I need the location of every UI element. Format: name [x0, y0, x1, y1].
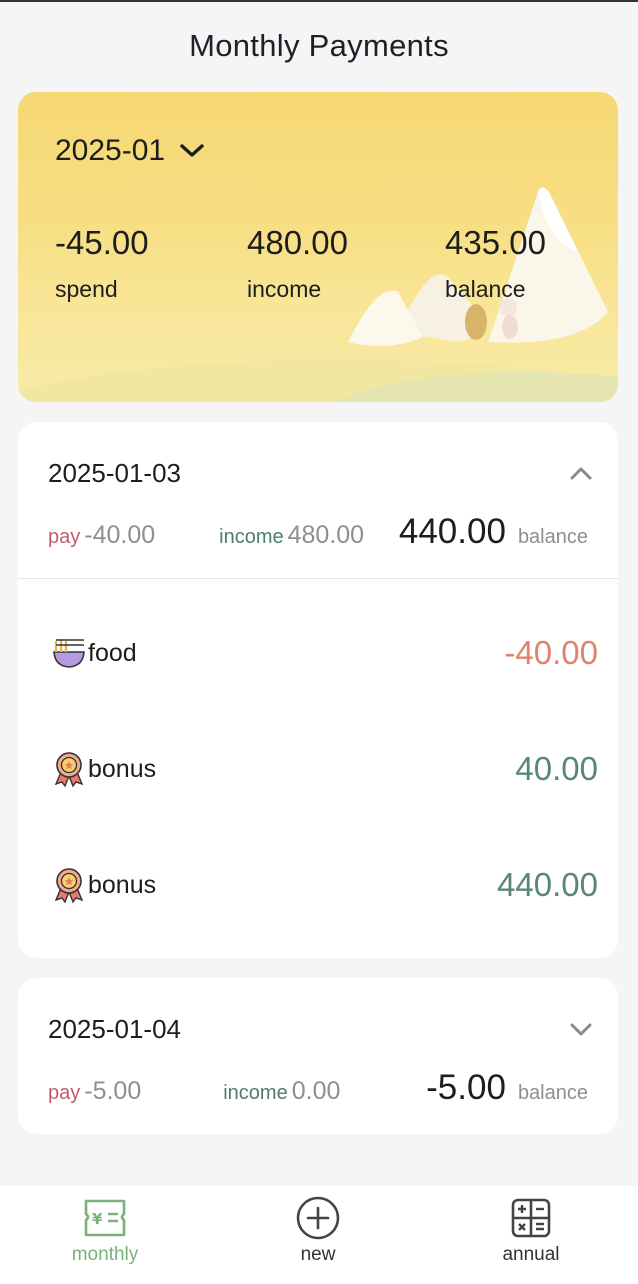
- income-value: 480.00: [247, 224, 348, 261]
- income-value: 480.00: [287, 521, 365, 549]
- monthly-summary-card: 2025-01 -45.00 spend 480.00 income 435.0…: [18, 92, 618, 402]
- divider: [18, 578, 618, 579]
- transaction-item[interactable]: bonus 440.00: [50, 866, 598, 904]
- pay-label: pay: [48, 1082, 81, 1104]
- chevron-up-icon[interactable]: [568, 464, 594, 482]
- tab-label: monthly: [71, 1244, 139, 1265]
- top-border: [0, 0, 638, 2]
- balance-value: 435.00: [445, 224, 546, 261]
- plus-circle-icon: [296, 1196, 340, 1240]
- income-label: income: [247, 276, 322, 302]
- day-card: 2025-01-04 pay -5.00 income 0.00 -5.00 b…: [18, 978, 618, 1134]
- pay-label: pay: [48, 526, 81, 548]
- tab-label: new: [300, 1244, 336, 1265]
- tab-annual[interactable]: annual: [461, 1198, 601, 1266]
- balance-label: balance: [517, 526, 588, 548]
- spend-label: spend: [55, 276, 118, 302]
- balance-label: balance: [445, 276, 526, 302]
- pay-value: -5.00: [84, 1077, 142, 1105]
- income-stat: 480.00 income: [247, 224, 348, 303]
- item-label: bonus: [88, 870, 157, 899]
- balance-stat: 435.00 balance: [445, 224, 546, 303]
- day-date: 2025-01-04: [48, 1014, 181, 1044]
- item-amount: -40.00: [504, 634, 598, 671]
- transaction-item[interactable]: food -40.00: [50, 634, 598, 672]
- balance-label: balance: [517, 1082, 588, 1104]
- spend-stat: -45.00 spend: [55, 224, 149, 303]
- income-label: income: [223, 1082, 288, 1104]
- transaction-item[interactable]: bonus 40.00: [50, 750, 598, 788]
- item-label: bonus: [88, 754, 157, 783]
- bottom-tab-bar: ¥ monthly new annual: [0, 1186, 638, 1284]
- item-label: food: [88, 638, 137, 667]
- income-label: income: [219, 526, 284, 548]
- page-title: Monthly Payments: [189, 28, 449, 63]
- pay-value: -40.00: [84, 521, 156, 549]
- day-date: 2025-01-03: [48, 458, 181, 488]
- day-card: 2025-01-03 pay -40.00 income 480.00 440.…: [18, 422, 618, 958]
- chevron-down-icon[interactable]: [568, 1020, 594, 1038]
- bill-icon: ¥: [84, 1199, 126, 1237]
- noodle-bowl-icon: [53, 639, 85, 668]
- calculator-icon: [511, 1198, 551, 1238]
- chevron-down-icon: [180, 144, 204, 157]
- medal-icon: [54, 868, 84, 904]
- medal-icon: [54, 752, 84, 788]
- item-amount: 40.00: [515, 750, 598, 787]
- spend-value: -45.00: [55, 224, 149, 261]
- month-selector[interactable]: 2025-01: [55, 134, 205, 168]
- balance-value: 440.00: [398, 512, 506, 551]
- tab-new[interactable]: new: [248, 1196, 388, 1266]
- month-label: 2025-01: [55, 134, 166, 167]
- tab-label: annual: [502, 1244, 560, 1265]
- day-totals: pay -5.00 income 0.00 -5.00 balance: [48, 1068, 588, 1108]
- day-totals: pay -40.00 income 480.00 440.00 balance: [48, 512, 588, 552]
- income-value: 0.00: [291, 1077, 341, 1105]
- balance-value: -5.00: [426, 1068, 506, 1107]
- item-amount: 440.00: [497, 866, 598, 903]
- svg-text:¥: ¥: [92, 1210, 103, 1228]
- tab-monthly[interactable]: ¥ monthly: [35, 1198, 175, 1266]
